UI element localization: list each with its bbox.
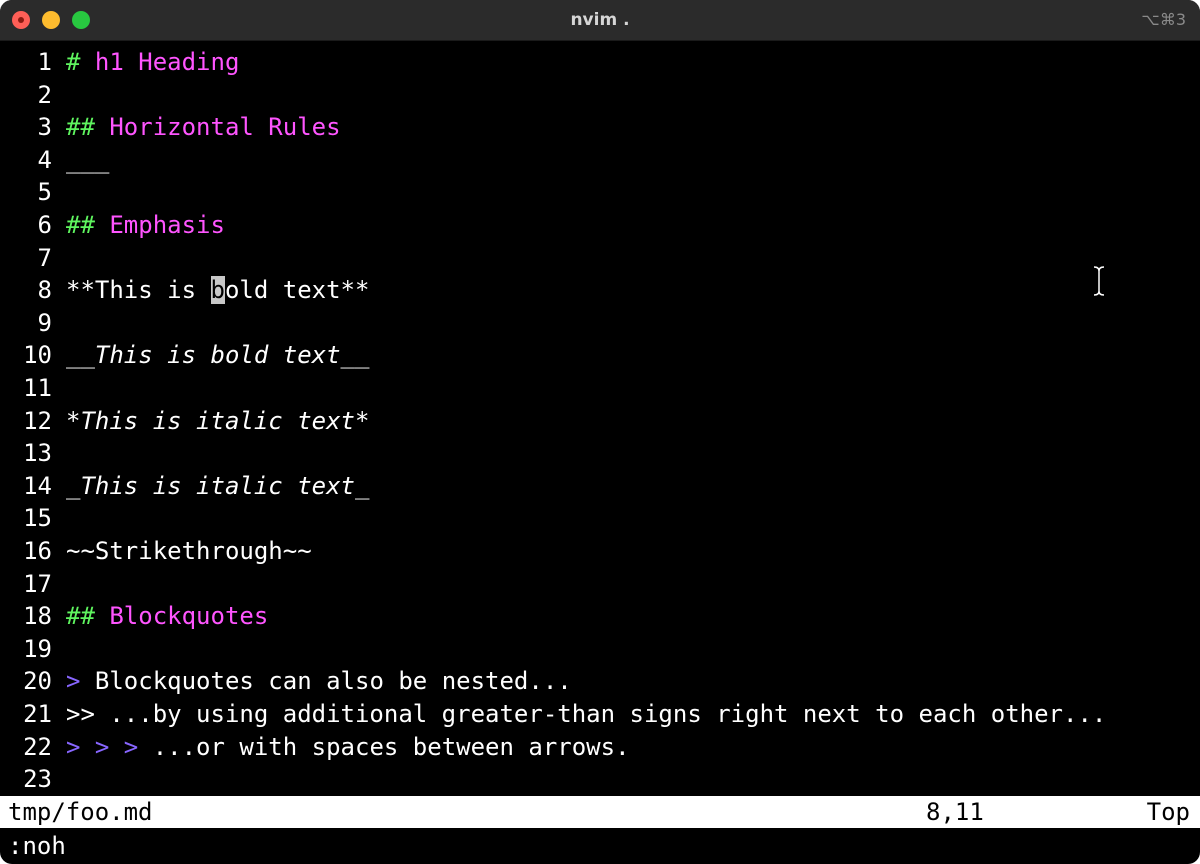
line-text: > > > ...or with spaces between arrows. [66, 731, 630, 764]
line-number: 19 [23, 634, 52, 663]
line-text: ~~Strikethrough~~ [66, 535, 312, 568]
text-span-marker: ## [66, 602, 110, 631]
line-number: 16 [23, 537, 52, 565]
text-span-plain: ~~Strikethrough~~ [66, 537, 312, 565]
editor-line[interactable]: 14 _This is italic text_ [0, 470, 369, 503]
line-number: 17 [23, 569, 52, 598]
line-number: 18 [23, 602, 52, 631]
line-text: ## Emphasis [66, 209, 225, 242]
text-span-italic: _This is italic text_ [66, 471, 370, 500]
line-number: 15 [23, 504, 52, 533]
text-span-marker: ## [66, 113, 110, 142]
line-number: 4 [37, 145, 52, 174]
line-text: ___ [66, 144, 109, 177]
editor-line[interactable]: 9 [0, 307, 66, 340]
line-number: 3 [37, 113, 52, 142]
editor-line[interactable]: 21 >> ...by using additional greater-than… [0, 698, 1106, 731]
line-text: *This is italic text* [66, 405, 369, 438]
text-span-plain: **This is [66, 276, 211, 305]
line-number: 20 [23, 667, 52, 696]
text-span-italic: *This is italic text* [66, 406, 370, 435]
text-span-heading: Horizontal Rules [109, 113, 341, 142]
line-number: 12 [23, 406, 52, 435]
editor-line[interactable]: 5 [0, 176, 66, 209]
line-number: 5 [37, 178, 52, 207]
editor-line[interactable]: 23 [0, 763, 66, 796]
editor-line[interactable]: 10 __This is bold text__ [0, 339, 369, 372]
editor-buffer[interactable]: 1 # h1 Heading 2 3 ## Horizontal Rules 4 ___ 5 6… [0, 46, 1200, 798]
line-number: 1 [37, 48, 52, 76]
editor-line[interactable]: 2 [0, 79, 66, 112]
line-number: 10 [23, 341, 52, 370]
status-file-name: tmp/foo.md [8, 798, 153, 826]
editor-line[interactable]: 18 ## Blockquotes [0, 600, 268, 633]
line-text: # h1 Heading [66, 46, 239, 79]
line-text: __This is bold text__ [66, 339, 369, 372]
line-text: ## Blockquotes [66, 600, 268, 633]
text-span-marker: ## [66, 211, 110, 239]
line-text: _This is italic text_ [66, 470, 369, 503]
block-cursor: b [210, 276, 225, 305]
text-span-plain: ...or with spaces between arrows. [152, 732, 630, 761]
text-span-plain: >> ...by using additional greater-than s… [66, 700, 1107, 728]
text-span-marker: # [66, 48, 95, 76]
title-bar: nvim . ⌥⌘3 [0, 0, 1200, 41]
text-span-plain: old text** [224, 276, 370, 305]
text-span-heading: h1 Heading [94, 48, 240, 76]
line-number: 23 [23, 765, 52, 794]
editor-line[interactable]: 1 # h1 Heading [0, 46, 240, 79]
line-number: 8 [37, 276, 52, 305]
line-number: 7 [37, 243, 52, 272]
text-span-plain: ___ [66, 145, 110, 174]
editor-line[interactable]: 22 > > > ...or with spaces between arrows… [0, 731, 630, 764]
editor-line[interactable]: 7 [0, 242, 66, 275]
status-cursor-position: 8,11 [926, 798, 984, 826]
line-text: > Blockquotes can also be nested... [66, 665, 572, 698]
editor-line[interactable]: 6 ## Emphasis [0, 209, 225, 242]
text-span-quote: > > > [66, 732, 153, 761]
line-number: 6 [37, 211, 52, 239]
editor-line[interactable]: 17 [0, 568, 66, 601]
status-scroll-position: Top [1146, 798, 1190, 826]
terminal-window: nvim . ⌥⌘3 1 # h1 Heading 2 3 ## Horizontal … [0, 0, 1200, 864]
line-number: 13 [23, 439, 52, 468]
editor-line[interactable]: 20 > Blockquotes can also be nested... [0, 665, 572, 698]
editor-line[interactable]: 13 [0, 437, 66, 470]
line-number: 9 [37, 308, 52, 337]
text-span-quote: > [66, 667, 95, 696]
editor-line[interactable]: 4 ___ [0, 144, 110, 177]
editor-line[interactable]: 11 [0, 372, 66, 405]
text-cursor-icon [1093, 266, 1105, 296]
line-number: 21 [23, 700, 52, 728]
window-title: nvim . [570, 10, 630, 30]
editor-line[interactable]: 8 **This is bold text** [0, 274, 369, 307]
window-shortcut: ⌥⌘3 [1141, 10, 1186, 29]
editor-line[interactable]: 3 ## Horizontal Rules [0, 111, 341, 144]
text-span-heading: Blockquotes [109, 602, 269, 631]
line-number: 14 [23, 471, 52, 500]
line-number: 2 [37, 80, 52, 109]
text-span-heading: Emphasis [109, 211, 225, 239]
editor-line[interactable]: 12 *This is italic text* [0, 405, 369, 438]
command-line[interactable]: :noh [8, 830, 66, 862]
line-number: 22 [23, 732, 52, 761]
line-number: 11 [23, 374, 52, 402]
line-text: >> ...by using additional greater-than s… [66, 698, 1106, 731]
editor-line[interactable]: 15 [0, 502, 66, 535]
editor-line[interactable]: 16 ~~Strikethrough~~ [0, 535, 312, 568]
editor-line[interactable]: 19 [0, 633, 66, 666]
line-text: ## Horizontal Rules [66, 111, 341, 144]
status-line: tmp/foo.md 8,11 Top [0, 796, 1200, 828]
text-span-italic: __This is bold text__ [66, 341, 370, 370]
text-span-plain: Blockquotes can also be nested... [94, 667, 572, 696]
line-text: **This is bold text** [66, 274, 369, 307]
